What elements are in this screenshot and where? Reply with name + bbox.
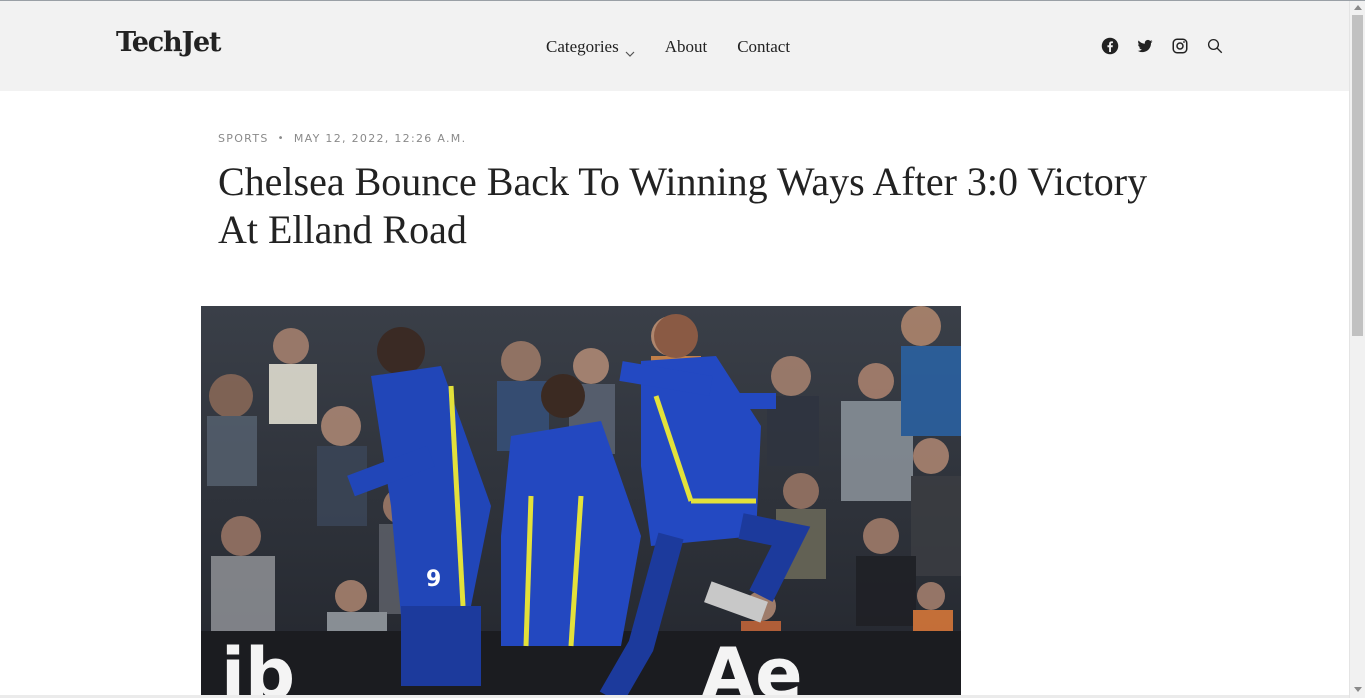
twitter-icon[interactable] <box>1135 36 1155 56</box>
article-title: Chelsea Bounce Back To Winning Ways Afte… <box>218 159 1148 252</box>
nav-item-label: Contact <box>737 37 791 56</box>
facebook-icon[interactable] <box>1100 36 1120 56</box>
site-logo[interactable]: TechJet <box>116 27 221 58</box>
scroll-up-arrow-icon[interactable] <box>1354 5 1362 10</box>
nav-item-contact[interactable]: Contact <box>737 37 790 57</box>
svg-text:Ae: Ae <box>701 633 803 698</box>
article-category[interactable]: SPORTS <box>218 132 269 145</box>
main-nav: Categories About Contact <box>546 37 820 57</box>
nav-item-about[interactable]: About <box>665 37 708 57</box>
social-links <box>1100 36 1240 56</box>
article-meta: SPORTS • MAY 12, 2022, 12:26 A.M. <box>218 132 466 145</box>
svg-text:9: 9 <box>426 567 441 592</box>
meta-separator: • <box>277 133 285 144</box>
scroll-down-arrow-icon[interactable] <box>1354 687 1362 692</box>
page-scrollbar[interactable] <box>1349 1 1365 698</box>
nav-item-label: Categories <box>546 37 619 56</box>
article-date: MAY 12, 2022, 12:26 A.M. <box>293 132 467 145</box>
instagram-icon[interactable] <box>1170 36 1190 56</box>
search-icon[interactable] <box>1205 36 1225 56</box>
scrollbar-thumb[interactable] <box>1352 15 1363 336</box>
site-header: TechJet Categories About Contact <box>0 1 1349 91</box>
chevron-down-icon <box>625 43 635 57</box>
hero-photo-illustration: ib Ae 9 <box>201 306 961 698</box>
nav-item-label: About <box>664 37 708 56</box>
ad-board-text: ib <box>221 633 295 698</box>
article-hero-image: ib Ae 9 <box>201 306 961 698</box>
nav-item-categories[interactable]: Categories <box>546 37 635 57</box>
